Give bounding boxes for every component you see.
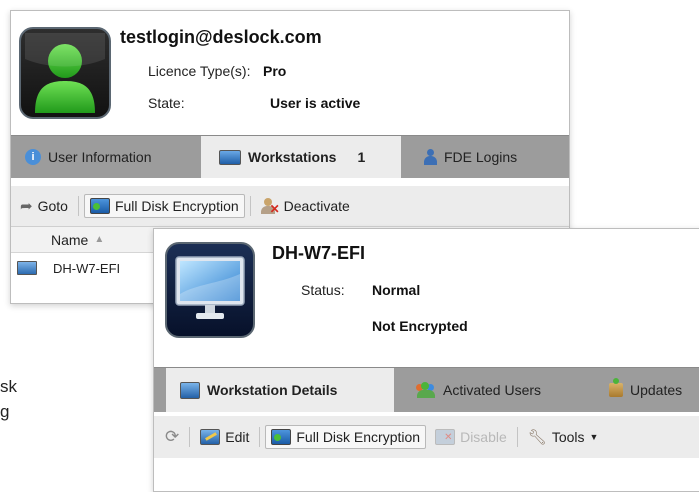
edit-button[interactable]: Edit [195,426,254,448]
disable-monitor-icon: ✕ [435,429,456,445]
tab-fde-logins-label: FDE Logins [444,149,518,165]
tab-workstation-details-label: Workstation Details [207,382,338,398]
user-avatar-icon [25,33,105,113]
encryption-status-value: Not Encrypted [372,318,468,334]
deactivate-button[interactable]: ✕ Deactivate [256,195,355,217]
tab-workstation-details[interactable]: Workstation Details [166,368,394,412]
workstation-toolbar: ⟳ Edit Full Disk Encryption ✕ Disable 🔧︎… [154,416,699,458]
person-icon [423,149,437,165]
chevron-down-icon: ▼ [589,432,599,442]
background-text-line2: g [0,402,10,421]
refresh-icon: ⟳ [165,427,180,446]
full-disk-encryption-label: Full Disk Encryption [114,198,239,214]
box-icon [609,378,623,397]
toolbar-divider [77,196,79,216]
tab-activated-users-label: Activated Users [443,382,542,398]
tab-updates[interactable]: Updates [609,368,699,412]
user-avatar [19,27,111,119]
toolbar-divider [516,427,518,447]
tab-updates-label: Updates [630,382,683,398]
background-text-line1: sk [0,377,17,396]
tab-user-information-label: User Information [48,149,152,165]
state-value: User is active [270,95,361,111]
licence-value: Pro [263,63,287,79]
monitor-icon [175,256,245,319]
tools-label: Tools [551,429,585,445]
users-icon [416,382,436,398]
workstation-name-cell: DH-W7-EFI [53,260,121,276]
monitor-icon [180,381,200,399]
disable-button[interactable]: ✕ Disable [430,426,512,448]
goto-button[interactable]: ➦ Goto [15,194,73,218]
status-value: Normal [372,282,421,298]
name-column-header[interactable]: Name ▲ [51,232,104,248]
encryption-monitor-icon [89,198,110,214]
user-toolbar: ➦ Goto Full Disk Encryption ✕ Deactivate [11,186,569,227]
tab-activated-users[interactable]: Activated Users [416,368,576,412]
full-disk-encryption-button[interactable]: Full Disk Encryption [265,425,427,449]
toolbar-divider [189,427,191,447]
info-icon: i [25,149,41,165]
edit-icon [200,429,221,445]
disable-label: Disable [460,429,507,445]
wrench-icon: 🔧︎ [527,429,547,446]
refresh-button[interactable]: ⟳ [160,424,184,450]
user-tab-bar: i User Information Workstations 1 FDE Lo… [11,135,569,178]
sort-ascending-icon: ▲ [94,234,105,245]
status-label: Status: [301,282,345,298]
encryption-monitor-icon [271,429,292,445]
workstation-tab-bar: Workstation Details Activated Users Upda… [154,367,699,412]
workstation-name: DH-W7-EFI [272,243,365,263]
name-column-label: Name [51,231,89,248]
tab-workstations-label: Workstations [248,149,337,165]
tab-workstations-count: 1 [357,149,366,165]
full-disk-encryption-button[interactable]: Full Disk Encryption [83,194,245,218]
deactivate-label: Deactivate [283,198,350,214]
licence-label: Licence Type(s): [148,63,251,79]
toolbar-divider [259,427,261,447]
monitor-icon [219,149,241,165]
workstation-avatar [165,242,255,338]
edit-label: Edit [225,429,250,445]
state-label: State: [148,95,185,111]
user-email: testlogin@deslock.com [120,27,322,47]
tools-menu-button[interactable]: 🔧︎ Tools ▼ [523,425,604,449]
full-disk-encryption-label: Full Disk Encryption [296,429,421,445]
toolbar-divider [249,196,251,216]
deactivate-user-icon: ✕ [260,198,280,215]
goto-label: Goto [37,198,68,214]
workstation-panel: DH-W7-EFI Status: Normal Not Encrypted W… [153,228,699,492]
tab-workstations[interactable]: Workstations 1 [201,136,401,178]
tab-user-information[interactable]: i User Information [25,136,195,178]
workstation-icon [17,261,37,275]
arrow-right-icon: ➦ [20,198,33,215]
tab-fde-logins[interactable]: FDE Logins [423,136,563,178]
